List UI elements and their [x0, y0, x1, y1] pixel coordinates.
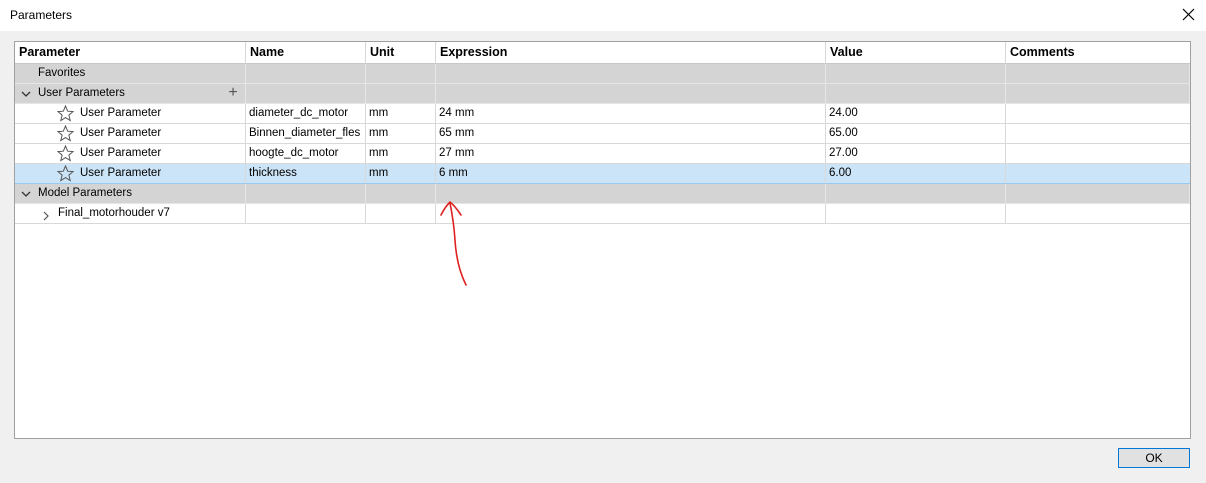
star-icon[interactable]: [57, 105, 74, 122]
table-row[interactable]: User Parameter hoogte_dc_motor mm 27 mm …: [15, 144, 1190, 164]
star-icon[interactable]: [57, 145, 74, 162]
model-parameter-cell: Final_motorhouder v7: [15, 204, 246, 224]
empty-cell: [1006, 184, 1190, 204]
parameter-cell: User Parameter: [15, 104, 246, 124]
parameter-comments[interactable]: [1006, 144, 1190, 164]
close-button[interactable]: [1176, 2, 1200, 26]
favorites-label: Favorites: [15, 64, 246, 84]
model-component-label: Final_motorhouder v7: [58, 207, 170, 219]
parameter-type: User Parameter: [80, 167, 162, 179]
empty-cell: [826, 64, 1006, 84]
empty-cell: [826, 184, 1006, 204]
parameter-value: 24.00: [826, 104, 1006, 124]
parameter-expression[interactable]: 24 mm: [436, 104, 826, 124]
column-header-unit[interactable]: Unit: [366, 42, 436, 64]
parameter-unit[interactable]: mm: [366, 104, 436, 124]
table-row[interactable]: User Parameter diameter_dc_motor mm 24 m…: [15, 104, 1190, 124]
empty-cell: [246, 84, 366, 104]
grid-header: Parameter Name Unit Expression Value Com…: [15, 42, 1190, 64]
parameter-name[interactable]: diameter_dc_motor: [246, 104, 366, 124]
parameter-name[interactable]: hoogte_dc_motor: [246, 144, 366, 164]
empty-cell: [436, 64, 826, 84]
user-parameters-group-row[interactable]: User Parameters +: [15, 84, 1190, 104]
user-parameters-cell: User Parameters +: [15, 84, 246, 104]
table-row-selected[interactable]: User Parameter thickness mm 6 mm 6.00: [15, 164, 1190, 184]
column-header-parameter[interactable]: Parameter: [15, 42, 246, 64]
empty-cell: [1006, 64, 1190, 84]
title-bar: Parameters: [0, 0, 1206, 31]
parameter-cell: User Parameter: [15, 164, 246, 184]
column-header-value[interactable]: Value: [826, 42, 1006, 64]
column-header-comments[interactable]: Comments: [1006, 42, 1190, 64]
parameter-name[interactable]: Binnen_diameter_fles: [246, 124, 366, 144]
empty-cell: [366, 64, 436, 84]
parameter-expression[interactable]: 65 mm: [436, 124, 826, 144]
empty-cell: [246, 184, 366, 204]
chevron-down-icon[interactable]: [21, 189, 31, 199]
model-parameters-cell: Model Parameters: [15, 184, 246, 204]
empty-cell: [246, 64, 366, 84]
parameter-expression[interactable]: 6 mm: [436, 164, 826, 184]
empty-cell: [366, 84, 436, 104]
parameter-value: 65.00: [826, 124, 1006, 144]
parameter-unit[interactable]: mm: [366, 124, 436, 144]
model-parameter-row[interactable]: Final_motorhouder v7: [15, 204, 1190, 224]
parameter-cell: User Parameter: [15, 144, 246, 164]
parameter-expression[interactable]: 27 mm: [436, 144, 826, 164]
parameter-name[interactable]: thickness: [246, 164, 366, 184]
parameter-type: User Parameter: [80, 107, 162, 119]
model-parameters-group-row[interactable]: Model Parameters: [15, 184, 1190, 204]
parameters-grid: Parameter Name Unit Expression Value Com…: [14, 41, 1191, 439]
model-parameters-label: Model Parameters: [38, 187, 132, 199]
favorites-group-row[interactable]: Favorites: [15, 64, 1190, 84]
empty-cell: [826, 204, 1006, 224]
parameter-comments[interactable]: [1006, 104, 1190, 124]
chevron-down-icon[interactable]: [21, 89, 31, 99]
column-header-name[interactable]: Name: [246, 42, 366, 64]
empty-cell: [436, 84, 826, 104]
star-icon[interactable]: [57, 125, 74, 142]
chevron-right-icon[interactable]: [41, 209, 51, 221]
parameter-comments[interactable]: [1006, 124, 1190, 144]
empty-cell: [1006, 204, 1190, 224]
parameter-unit[interactable]: mm: [366, 144, 436, 164]
empty-cell: [1006, 84, 1190, 104]
parameter-type: User Parameter: [80, 127, 162, 139]
parameter-comments[interactable]: [1006, 164, 1190, 184]
ok-button[interactable]: OK: [1118, 448, 1190, 468]
empty-cell: [826, 84, 1006, 104]
empty-cell: [246, 204, 366, 224]
star-icon[interactable]: [57, 165, 74, 182]
parameter-value: 6.00: [826, 164, 1006, 184]
empty-cell: [366, 184, 436, 204]
user-parameters-label: User Parameters: [38, 87, 125, 99]
close-icon: [1182, 8, 1194, 20]
parameter-unit[interactable]: mm: [366, 164, 436, 184]
parameter-value: 27.00: [826, 144, 1006, 164]
parameter-type: User Parameter: [80, 147, 162, 159]
table-row[interactable]: User Parameter Binnen_diameter_fles mm 6…: [15, 124, 1190, 144]
add-parameter-button[interactable]: +: [225, 85, 241, 101]
parameter-cell: User Parameter: [15, 124, 246, 144]
empty-cell: [436, 204, 826, 224]
column-header-expression[interactable]: Expression: [436, 42, 826, 64]
window-title: Parameters: [10, 8, 73, 22]
empty-cell: [366, 204, 436, 224]
empty-cell: [436, 184, 826, 204]
